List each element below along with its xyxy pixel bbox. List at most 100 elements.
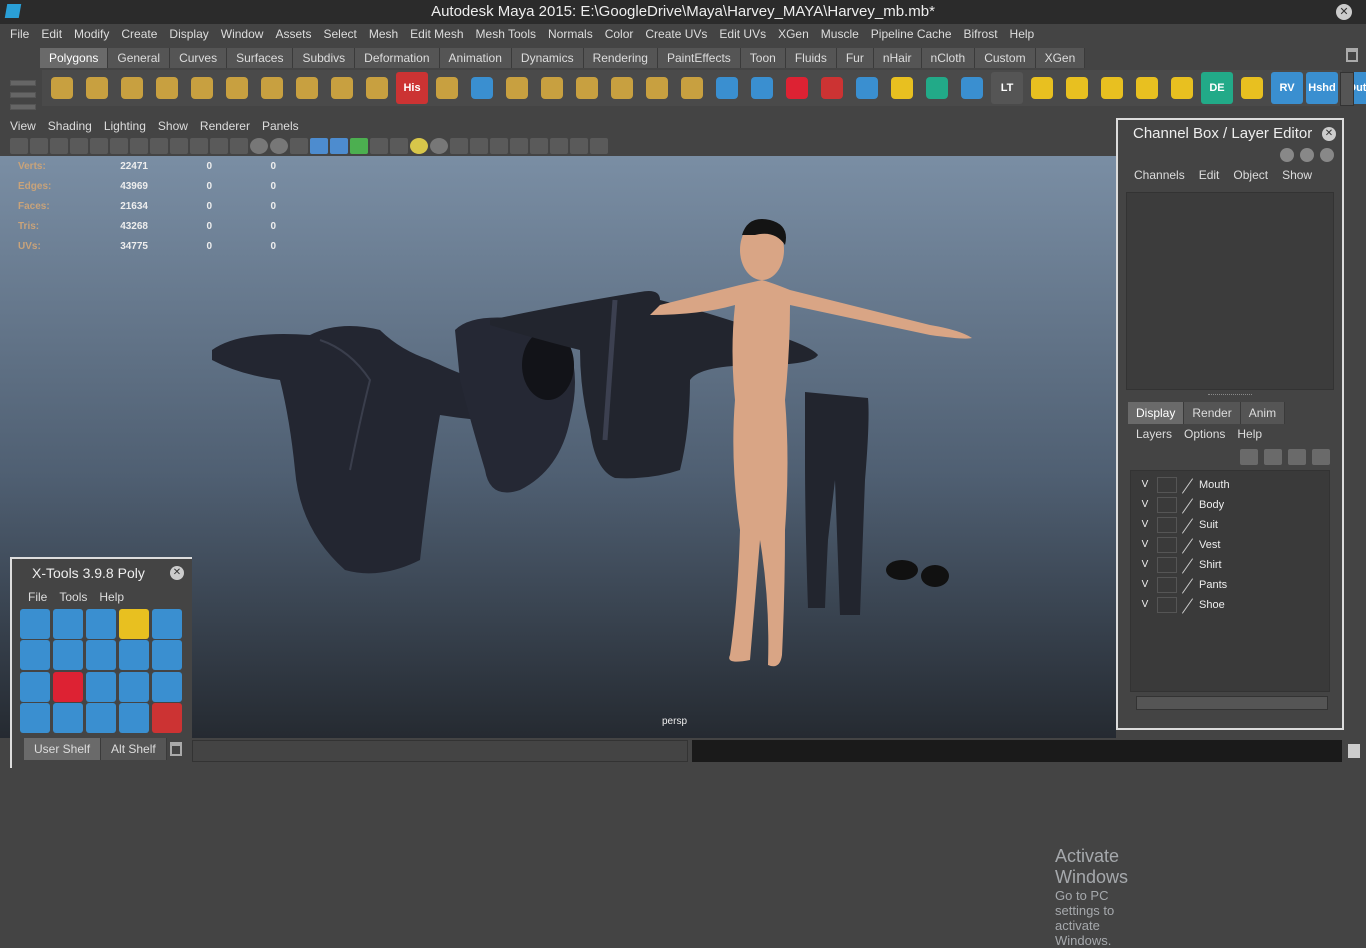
tab-dynamics[interactable]: Dynamics xyxy=(511,48,584,68)
xtools-menu-file[interactable]: File xyxy=(24,590,55,604)
viewport-tool-icon[interactable] xyxy=(530,138,548,154)
tab-polygons[interactable]: Polygons xyxy=(40,48,109,68)
xtools-tool-icon[interactable] xyxy=(86,702,116,733)
lt-icon[interactable]: LT xyxy=(991,72,1023,104)
channel-menu-object[interactable]: Object xyxy=(1227,168,1276,188)
combine-icon[interactable] xyxy=(326,72,358,104)
viewport-menu-panels[interactable]: Panels xyxy=(256,119,305,133)
xtools-tool-icon[interactable] xyxy=(152,640,182,671)
viewport-tool-icon[interactable] xyxy=(570,138,588,154)
viewport-tool-icon[interactable] xyxy=(470,138,488,154)
layer-display-type[interactable] xyxy=(1157,477,1177,493)
menu-item-bifrost[interactable]: Bifrost xyxy=(958,27,1004,41)
transform-icon[interactable] xyxy=(921,72,953,104)
close-icon[interactable]: ✕ xyxy=(170,566,184,580)
history-icon[interactable]: His xyxy=(396,72,428,104)
xtools-tool-icon[interactable] xyxy=(20,609,50,639)
trash-icon[interactable] xyxy=(170,742,182,756)
menu-item-mesh-tools[interactable]: Mesh Tools xyxy=(470,27,542,41)
xtools-menu-tools[interactable]: Tools xyxy=(55,590,95,604)
menu-item-edit-mesh[interactable]: Edit Mesh xyxy=(404,27,469,41)
layer-visibility-toggle[interactable]: V xyxy=(1137,497,1153,513)
hshd-icon[interactable]: Hshd xyxy=(1306,72,1338,104)
menu-item-modify[interactable]: Modify xyxy=(68,27,115,41)
viewport-tool-icon[interactable] xyxy=(70,138,88,154)
tab-user-shelf[interactable]: User Shelf xyxy=(24,738,102,760)
viewport-menu-show[interactable]: Show xyxy=(152,119,194,133)
tab-subdivs[interactable]: Subdivs xyxy=(293,48,356,68)
pipe-icon[interactable] xyxy=(291,72,323,104)
collapse-icon[interactable] xyxy=(676,72,708,104)
channel-menu-channels[interactable]: Channels xyxy=(1128,168,1193,188)
viewport-tool-icon[interactable] xyxy=(290,138,308,154)
menu-item-edit-uvs[interactable]: Edit UVs xyxy=(713,27,772,41)
xtools-tool-icon[interactable] xyxy=(86,640,116,671)
channel-box-list[interactable] xyxy=(1126,192,1334,390)
layer-menu-help[interactable]: Help xyxy=(1231,427,1268,441)
viewport-tool-icon[interactable] xyxy=(130,138,148,154)
layer-visibility-toggle[interactable]: V xyxy=(1137,557,1153,573)
viewport-tool-icon[interactable] xyxy=(350,138,368,154)
layer-visibility-toggle[interactable]: V xyxy=(1137,537,1153,553)
tab-render[interactable]: Render xyxy=(1184,402,1241,424)
viewport-tool-icon[interactable] xyxy=(150,138,168,154)
layer-display-type[interactable] xyxy=(1157,557,1177,573)
split-icon[interactable] xyxy=(536,72,568,104)
layer-color-swatch[interactable] xyxy=(1181,517,1195,533)
xtools-tool-icon[interactable] xyxy=(152,609,182,639)
menu-item-normals[interactable]: Normals xyxy=(542,27,599,41)
hyper-icon[interactable] xyxy=(1320,148,1334,162)
menu-item-assets[interactable]: Assets xyxy=(269,27,317,41)
viewport-tool-icon[interactable] xyxy=(390,138,408,154)
shelf-scroll-arrows[interactable] xyxy=(1340,72,1354,106)
cylindrical-mapping-icon[interactable] xyxy=(746,72,778,104)
menu-item-create[interactable]: Create xyxy=(115,27,163,41)
layer-row-vest[interactable]: V Vest xyxy=(1131,535,1329,555)
viewport-tool-icon[interactable] xyxy=(450,138,468,154)
viewport-tool-icon[interactable] xyxy=(510,138,528,154)
script-editor-icon[interactable] xyxy=(1348,744,1360,758)
channel-menu-show[interactable]: Show xyxy=(1276,168,1320,188)
tab-fur[interactable]: Fur xyxy=(836,48,874,68)
layer-color-swatch[interactable] xyxy=(1181,597,1195,613)
plane-icon[interactable] xyxy=(186,72,218,104)
uv-unfold-icon[interactable] xyxy=(1166,72,1198,104)
bridge-icon[interactable] xyxy=(466,72,498,104)
uv-layout-icon[interactable] xyxy=(1026,72,1058,104)
layer-horizontal-scrollbar[interactable] xyxy=(1136,696,1328,710)
tab-xgen[interactable]: XGen xyxy=(1035,48,1086,68)
layer-display-type[interactable] xyxy=(1157,577,1177,593)
viewport-menu-renderer[interactable]: Renderer xyxy=(194,119,256,133)
viewport-menu-shading[interactable]: Shading xyxy=(42,119,98,133)
viewport-tool-icon[interactable] xyxy=(230,138,248,154)
offset-edge-icon[interactable] xyxy=(606,72,638,104)
cube-icon[interactable] xyxy=(81,72,113,104)
smooth-icon[interactable] xyxy=(361,72,393,104)
viewport-tool-icon[interactable] xyxy=(370,138,388,154)
uv-relax-icon[interactable] xyxy=(1236,72,1268,104)
menu-item-select[interactable]: Select xyxy=(317,27,362,41)
tab-custom[interactable]: Custom xyxy=(975,48,1036,68)
planar-mapping-icon[interactable] xyxy=(711,72,743,104)
viewport-tool-icon[interactable] xyxy=(50,138,68,154)
viewport-menu-view[interactable]: View xyxy=(4,119,42,133)
menu-item-xgen[interactable]: XGen xyxy=(772,27,815,41)
insert-edge-icon[interactable] xyxy=(571,72,603,104)
xtools-tool-icon[interactable] xyxy=(20,671,50,702)
viewport-tool-icon[interactable] xyxy=(210,138,228,154)
manipulator-icon[interactable] xyxy=(1280,148,1294,162)
xtools-tool-icon[interactable] xyxy=(119,702,149,733)
xtools-tool-icon[interactable] xyxy=(53,609,83,639)
layer-add-icon[interactable] xyxy=(1288,449,1306,465)
torus-icon[interactable] xyxy=(221,72,253,104)
layer-display-type[interactable] xyxy=(1157,537,1177,553)
viewport-tool-icon[interactable] xyxy=(330,138,348,154)
viewport-tool-icon[interactable] xyxy=(430,138,448,154)
tab-toon[interactable]: Toon xyxy=(740,48,786,68)
viewport-tool-icon[interactable] xyxy=(310,138,328,154)
de-icon[interactable]: DE xyxy=(1201,72,1233,104)
tab-deformation[interactable]: Deformation xyxy=(355,48,440,68)
viewport-tool-icon[interactable] xyxy=(270,138,288,154)
layer-color-swatch[interactable] xyxy=(1181,557,1195,573)
menu-item-help[interactable]: Help xyxy=(1004,27,1041,41)
